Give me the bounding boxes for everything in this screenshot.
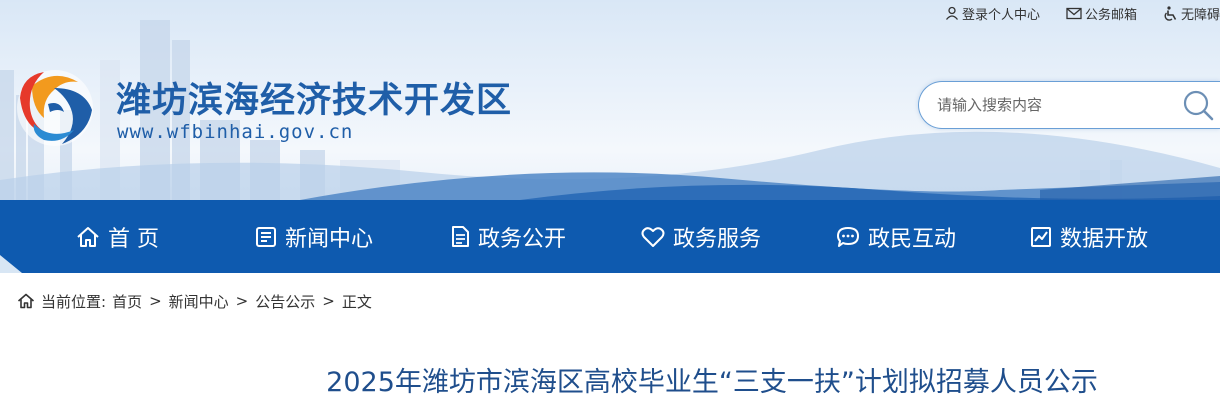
breadcrumb-prefix: 当前位置: <box>41 292 107 311</box>
nav-item-news[interactable]: 新闻中心 <box>255 200 373 273</box>
nav-item-interaction[interactable]: 政民互动 <box>836 200 956 273</box>
mail-icon <box>1066 7 1082 19</box>
chat-icon <box>837 226 859 247</box>
site-logo[interactable] <box>14 68 100 148</box>
accessibility-icon <box>1164 5 1177 21</box>
nav-item-affairs[interactable]: 政务公开 <box>451 200 566 273</box>
nav-item-news-label: 新闻中心 <box>285 226 374 252</box>
site-url: www.wfbinhai.gov.cn <box>117 121 354 143</box>
news-icon <box>256 226 276 247</box>
breadcrumb-notices[interactable]: 公告公示 <box>255 291 315 312</box>
user-icon <box>945 6 958 20</box>
nav-item-data-label: 数据开放 <box>1060 226 1149 252</box>
nav-item-interaction-label: 政民互动 <box>868 226 957 252</box>
nav-item-data[interactable]: 数据开放 <box>1030 200 1148 273</box>
login-link[interactable]: 登录个人中心 <box>945 4 1040 23</box>
breadcrumb-home[interactable]: 首页 <box>112 291 142 312</box>
main-nav: 首 页 新闻中心 政务公开 政务服务 政民互动 数据开放 <box>0 200 1220 273</box>
search-icon[interactable] <box>1181 88 1215 122</box>
article-title: 2025年潍坊市滨海区高校毕业生“三支一扶”计划拟招募人员公示 <box>326 367 1098 398</box>
breadcrumb-news[interactable]: 新闻中心 <box>169 291 229 312</box>
nav-item-home-label: 首 页 <box>108 226 159 252</box>
breadcrumb-separator: > <box>235 292 249 310</box>
nav-item-affairs-label: 政务公开 <box>478 226 567 252</box>
search-box <box>918 81 1220 129</box>
accessibility-link[interactable]: 无障碍 <box>1163 4 1220 23</box>
nav-item-services-label: 政务服务 <box>673 226 762 252</box>
mail-link[interactable]: 公务邮箱 <box>1066 4 1137 23</box>
chart-icon <box>1031 226 1051 247</box>
breadcrumb: 当前位置: 首页 > 新闻中心 > 公告公示 > 正文 <box>17 290 372 312</box>
nav-corner-decoration <box>0 255 22 273</box>
home-icon <box>77 226 99 247</box>
login-link-label: 登录个人中心 <box>961 7 1040 23</box>
site-title[interactable]: 潍坊滨海经济技术开发区 <box>116 72 512 123</box>
breadcrumb-current: 正文 <box>341 292 372 311</box>
heart-icon <box>641 226 665 247</box>
nav-item-home[interactable]: 首 页 <box>76 200 159 273</box>
search-input[interactable] <box>937 82 1177 128</box>
top-links: 登录个人中心 公务邮箱 无障碍 <box>919 3 1220 23</box>
document-icon <box>452 226 469 247</box>
mail-link-label: 公务邮箱 <box>1084 7 1137 23</box>
home-icon <box>17 293 35 309</box>
breadcrumb-separator: > <box>322 292 335 310</box>
breadcrumb-separator: > <box>149 292 162 310</box>
nav-item-services[interactable]: 政务服务 <box>641 200 761 273</box>
accessibility-link-label: 无障碍 <box>1180 7 1220 23</box>
site-header: 登录个人中心 公务邮箱 无障碍 潍坊滨海经济技术开发区 www.wfbinhai… <box>0 0 1220 200</box>
